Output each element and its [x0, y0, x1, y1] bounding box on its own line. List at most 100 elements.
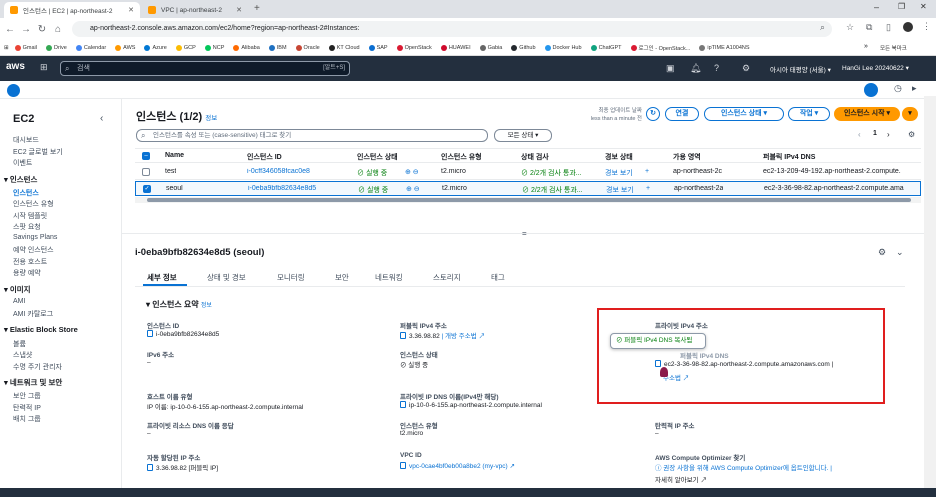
col-instance-id[interactable]: 인스턴스 ID: [247, 152, 282, 162]
sidebar-item[interactable]: 예약 인스턴스: [13, 245, 54, 255]
bookmark-item[interactable]: Docker Hub: [544, 44, 582, 51]
col-public-dns[interactable]: 퍼블릭 IPv4 DNS: [763, 152, 815, 162]
refresh-button[interactable]: ↻: [646, 107, 660, 121]
bookmark-item[interactable]: OpenStack: [396, 44, 432, 51]
summary-info-link[interactable]: 정보: [201, 303, 212, 309]
settings-icon[interactable]: ⚙: [742, 63, 750, 74]
add-alarm-icon[interactable]: +: [646, 185, 650, 192]
more-bookmarks-icon[interactable]: »: [864, 43, 868, 50]
play-icon[interactable]: ▸: [912, 83, 917, 94]
bookmark-item[interactable]: Calendar: [75, 44, 106, 51]
sidebar-item[interactable]: EC2 글로벌 보기: [13, 147, 63, 157]
launch-dropdown-button[interactable]: ▾: [902, 107, 918, 121]
account-menu[interactable]: HanGi Lee 20240622 ▾: [842, 64, 909, 72]
tab-security[interactable]: 보안: [335, 272, 349, 283]
minimize-icon[interactable]: –: [874, 2, 879, 12]
scrollbar-thumb[interactable]: [147, 198, 911, 202]
all-bookmarks[interactable]: 모든 북마크: [880, 44, 907, 52]
sidebar-item[interactable]: 대시보드: [13, 135, 39, 145]
profile-avatar[interactable]: [903, 22, 913, 32]
reload-icon[interactable]: ↻: [34, 24, 50, 35]
bookmark-item[interactable]: Azure: [144, 44, 167, 51]
forward-icon[interactable]: →: [18, 24, 34, 35]
page-vertical-scrollbar[interactable]: [924, 96, 936, 497]
bookmark-item[interactable]: IBM: [268, 44, 287, 51]
bookmark-item[interactable]: Gabia: [479, 44, 502, 51]
sidebar-item[interactable]: 이벤트: [13, 158, 32, 168]
connect-button[interactable]: 연결: [665, 107, 699, 121]
back-icon[interactable]: ←: [2, 24, 18, 35]
bookmark-item[interactable]: Alibaba: [233, 44, 260, 51]
col-name[interactable]: Name: [165, 152, 184, 159]
bookmark-item[interactable]: 로그인 - OpenStack...: [630, 44, 690, 52]
select-all-checkbox[interactable]: –: [142, 152, 150, 160]
extensions-icon[interactable]: ⧉: [866, 22, 872, 33]
external-link-icon[interactable]: ↗: [509, 463, 514, 470]
close-window-icon[interactable]: ✕: [920, 2, 927, 11]
col-availability-zone[interactable]: 가용 영역: [673, 152, 701, 162]
aws-logo[interactable]: aws: [6, 61, 25, 72]
instance-state-button[interactable]: 인스턴스 상태 ▾: [704, 107, 784, 121]
home-icon[interactable]: ⌂: [50, 24, 66, 35]
sidebar-section-header[interactable]: ▾ 이미지: [4, 284, 31, 295]
col-status-check[interactable]: 상태 검사: [521, 152, 549, 162]
bookmark-item[interactable]: SAP: [368, 44, 388, 51]
chevron-down-icon[interactable]: ⌄: [896, 247, 904, 258]
cell-instance-id[interactable]: i-0cff346058fcac0e8: [247, 168, 310, 175]
apps-icon[interactable]: ⊞: [4, 45, 9, 51]
collapse-sidebar-icon[interactable]: ‹: [100, 113, 103, 124]
info-panel-icon[interactable]: [864, 83, 878, 97]
bookmark-item[interactable]: Github: [511, 44, 536, 51]
notifications-icon[interactable]: 🔔︎: [690, 63, 701, 74]
bookmark-item[interactable]: KT Cloud: [328, 44, 360, 51]
zoom-icon[interactable]: ⌕: [820, 22, 825, 33]
instance-id-value[interactable]: i-0eba9bfb82634e8d5: [147, 330, 219, 338]
bookmark-item[interactable]: Drive: [45, 44, 67, 51]
sidebar-item[interactable]: 용량 예약: [13, 268, 41, 278]
sidebar-item[interactable]: AMI: [13, 298, 25, 305]
external-link-icon[interactable]: ↗: [479, 333, 486, 340]
tab-status-alarms[interactable]: 상태 및 경보: [207, 272, 246, 283]
col-instance-type[interactable]: 인스턴스 유형: [441, 152, 482, 162]
optimizer-text[interactable]: ⓘ 권장 사항을 위해 AWS Compute Optimizer에 옵트인합니…: [655, 462, 832, 472]
tab-details[interactable]: 세부 정보: [147, 272, 177, 283]
copy-icon[interactable]: [147, 464, 153, 471]
sidebar-item[interactable]: 탄력적 IP: [13, 403, 41, 413]
close-tab-icon[interactable]: ✕: [128, 6, 134, 14]
sidebar-item[interactable]: 배치 그룹: [13, 414, 41, 424]
copy-icon[interactable]: [400, 462, 406, 469]
tab-monitoring[interactable]: 모니터링: [277, 272, 305, 283]
filter-input[interactable]: ⌕ 인스턴스를 속성 또는 (case-sensitive) 태그로 찾기: [136, 129, 488, 142]
cell-alarm[interactable]: 경보 보기: [606, 185, 634, 195]
bookmark-item[interactable]: ChatGPT: [590, 44, 622, 51]
sidebar-item[interactable]: 스팟 요청: [13, 222, 41, 232]
browser-tab-vpc[interactable]: VPC | ap-northeast-2 ✕: [142, 2, 248, 18]
state-filter-select[interactable]: 모든 상태 ▾: [494, 129, 552, 142]
zoom-icon[interactable]: ⊕ ⊖: [406, 185, 420, 193]
sidebar-item[interactable]: 인스턴스 유형: [13, 199, 54, 209]
bookmark-item[interactable]: Oracle: [295, 44, 320, 51]
close-tab-icon[interactable]: ✕: [236, 6, 242, 14]
launch-instance-button[interactable]: 인스턴스 시작 ▾: [834, 107, 900, 121]
copy-icon[interactable]: [400, 401, 406, 408]
table-row[interactable]: test i-0cff346058fcac0e8 ⊘ 실행 중 ⊕ ⊖ t2.m…: [135, 165, 921, 180]
menu-icon[interactable]: ⋮: [922, 21, 931, 32]
gear-icon[interactable]: ⚙: [878, 247, 886, 258]
tab-storage[interactable]: 스토리지: [433, 272, 461, 283]
sidebar-section-header[interactable]: ▾ 네트워크 및 보안: [4, 377, 62, 388]
services-grid-icon[interactable]: ⊞: [40, 62, 48, 73]
col-instance-state[interactable]: 인스턴스 상태: [357, 152, 398, 162]
vpc-id-value[interactable]: vpc-0cae4bf0eb00a8be2 (my-vpc) ↗: [400, 462, 515, 470]
sidebar-item[interactable]: 보안 그룹: [13, 391, 41, 401]
sidebar-item[interactable]: 전용 호스트: [13, 257, 47, 267]
add-alarm-icon[interactable]: +: [645, 168, 649, 175]
summary-title[interactable]: ▾ 인스턴스 요약 정보: [146, 299, 212, 310]
row-checkbox[interactable]: ✓: [143, 185, 151, 193]
sidebar-section-header[interactable]: ▾ 인스턴스: [4, 174, 37, 185]
bookmark-star-icon[interactable]: ☆: [846, 22, 854, 33]
side-nav-toggle-icon[interactable]: [7, 84, 20, 97]
new-tab-icon[interactable]: +: [254, 3, 260, 14]
zoom-icon[interactable]: ⊕ ⊖: [405, 168, 419, 176]
bookmark-item[interactable]: AWS: [115, 44, 135, 51]
sidebar-item[interactable]: 볼륨: [13, 339, 26, 349]
